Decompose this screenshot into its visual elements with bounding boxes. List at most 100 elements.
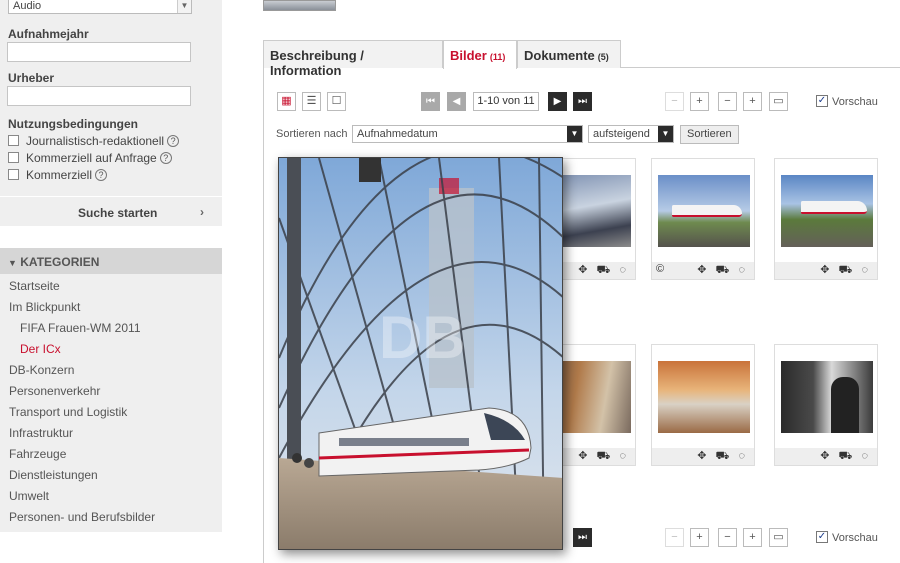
- minus-icon[interactable]: −: [718, 528, 737, 547]
- tab-count: (5): [597, 52, 609, 62]
- tab-label: Dokumente: [524, 48, 595, 63]
- checkbox[interactable]: [8, 152, 19, 163]
- tab-label: Bilder: [450, 48, 487, 63]
- caret-down-icon: ▼: [8, 258, 17, 268]
- tab-count: (11): [489, 52, 506, 62]
- action-icons[interactable]: ✥ ⛟ ◌: [697, 263, 748, 278]
- category-personenverkehr[interactable]: Personenverkehr: [9, 384, 100, 398]
- tab-dokumente[interactable]: Dokumente (5): [517, 40, 621, 68]
- thumbnail-actions: © ✥ ⛟ ◌: [652, 262, 754, 279]
- category-infrastruktur[interactable]: Infrastruktur: [9, 426, 73, 440]
- zoom-out-icon[interactable]: −: [665, 528, 684, 547]
- help-icon[interactable]: ?: [95, 168, 108, 181]
- zoom-in-icon[interactable]: +: [690, 528, 709, 547]
- thumbnail-actions: ✥ ⛟ ◌: [652, 448, 754, 465]
- usage-option-commercial-request[interactable]: Kommerziell auf Anfrage ?: [8, 149, 179, 166]
- preview-label: Vorschau: [832, 532, 878, 544]
- category-startseite[interactable]: Startseite: [9, 279, 60, 293]
- checkbox[interactable]: [8, 169, 19, 180]
- author-input[interactable]: [7, 86, 191, 106]
- category-umwelt[interactable]: Umwelt: [9, 489, 49, 503]
- tab-bilder[interactable]: Bilder (11): [443, 40, 517, 69]
- plus-icon[interactable]: +: [743, 528, 762, 547]
- sort-order-value: aufsteigend: [593, 128, 650, 140]
- zoom-in-icon[interactable]: +: [690, 92, 709, 111]
- sort-button[interactable]: Sortieren: [680, 125, 739, 144]
- usage-option-commercial[interactable]: Kommerziell ?: [8, 166, 179, 183]
- pager-display: 1-10 von 11: [473, 92, 539, 111]
- preview-checkbox[interactable]: ✓: [816, 95, 828, 107]
- checkbox[interactable]: [8, 135, 19, 146]
- categories-list: Startseite Im Blickpunkt FIFA Frauen-WM …: [0, 274, 222, 532]
- list-view-icon[interactable]: ☰: [302, 92, 321, 111]
- usage-option-journalistic[interactable]: Journalistisch-redaktionell ?: [8, 132, 180, 149]
- thumbnail-actions: ✥ ⛟ ◌: [775, 448, 877, 465]
- usage-options: Journalistisch-redaktionell ? Kommerziel…: [8, 132, 180, 183]
- preview-label: Vorschau: [832, 96, 878, 108]
- screen-icon[interactable]: ▭: [769, 92, 788, 111]
- category-fifa-frauen-wm[interactable]: FIFA Frauen-WM 2011: [20, 321, 141, 335]
- usage-option-label: Kommerziell auf Anfrage: [26, 150, 157, 165]
- tab-beschreibung[interactable]: Beschreibung / Information: [263, 40, 443, 78]
- header-image: [263, 0, 336, 11]
- plus-icon[interactable]: +: [743, 92, 762, 111]
- last-page-icon[interactable]: ⏭: [573, 528, 592, 547]
- thumbnail-image[interactable]: [781, 175, 873, 247]
- chevron-down-icon: ▼: [567, 126, 582, 142]
- help-icon[interactable]: ?: [167, 134, 180, 147]
- search-button[interactable]: Suche starten ›: [0, 196, 222, 226]
- next-page-icon[interactable]: ▶: [548, 92, 567, 111]
- category-im-blickpunkt[interactable]: Im Blickpunkt: [9, 300, 80, 314]
- thumbnail-card[interactable]: ✥ ⛟ ◌: [774, 158, 878, 280]
- media-type-select[interactable]: Audio ▼: [8, 0, 192, 14]
- chevron-right-icon: ›: [200, 205, 204, 219]
- thumbnail-image[interactable]: [658, 361, 750, 433]
- prev-page-icon[interactable]: ◀: [447, 92, 466, 111]
- categories-header[interactable]: ▼ KATEGORIEN: [0, 248, 222, 274]
- category-der-icx[interactable]: Der ICx: [20, 342, 61, 356]
- thumbnail-actions: ✥ ⛟ ◌: [775, 262, 877, 279]
- thumbnail-image[interactable]: [781, 361, 873, 433]
- year-label: Aufnahmejahr: [8, 27, 89, 41]
- category-fahrzeuge[interactable]: Fahrzeuge: [9, 447, 66, 461]
- train-shape: [672, 205, 742, 217]
- usage-option-label: Kommerziell: [26, 167, 93, 182]
- action-icons[interactable]: ✥ ⛟ ◌: [578, 449, 629, 464]
- thumbnail-image[interactable]: [658, 175, 750, 247]
- thumbnail-card[interactable]: © ✥ ⛟ ◌: [651, 158, 755, 280]
- action-icons[interactable]: ✥ ⛟ ◌: [820, 449, 871, 464]
- person-shape: [831, 377, 859, 433]
- sort-by-label: Sortieren nach: [276, 128, 348, 140]
- thumbnail-card[interactable]: ✥ ⛟ ◌: [774, 344, 878, 466]
- action-icons[interactable]: ✥ ⛟ ◌: [820, 263, 871, 278]
- help-icon[interactable]: ?: [159, 151, 172, 164]
- preview-checkbox[interactable]: ✓: [816, 531, 828, 543]
- grid-view-icon[interactable]: ▦: [277, 92, 296, 111]
- tab-bar: Beschreibung / Information Bilder (11) Do…: [263, 40, 900, 78]
- zoom-out-icon[interactable]: −: [665, 92, 684, 111]
- thumbnail-card[interactable]: ✥ ⛟ ◌: [651, 344, 755, 466]
- sort-field-select[interactable]: Aufnahmedatum ▼: [352, 125, 583, 143]
- copyright-icon: ©: [656, 263, 665, 275]
- sort-order-select[interactable]: aufsteigend ▼: [588, 125, 674, 143]
- category-transport-logistik[interactable]: Transport und Logistik: [9, 405, 127, 419]
- minus-icon[interactable]: −: [718, 92, 737, 111]
- usage-label: Nutzungsbedingungen: [8, 117, 138, 131]
- year-input[interactable]: [7, 42, 191, 62]
- media-type-value: Audio: [13, 0, 42, 12]
- single-view-icon[interactable]: ☐: [327, 92, 346, 111]
- chevron-down-icon: ▼: [658, 126, 673, 142]
- image-preview-popup[interactable]: DB: [278, 157, 563, 550]
- first-page-icon[interactable]: ⏮: [421, 92, 440, 111]
- sort-field-value: Aufnahmedatum: [357, 128, 438, 140]
- screen-icon[interactable]: ▭: [769, 528, 788, 547]
- svg-text:DB: DB: [379, 304, 466, 371]
- train-shape: [801, 201, 867, 214]
- category-dienstleistungen[interactable]: Dienstleistungen: [9, 468, 98, 482]
- usage-option-label: Journalistisch-redaktionell: [26, 133, 165, 148]
- category-db-konzern[interactable]: DB-Konzern: [9, 363, 74, 377]
- action-icons[interactable]: ✥ ⛟ ◌: [697, 449, 748, 464]
- last-page-icon[interactable]: ⏭: [573, 92, 592, 111]
- category-personen-berufsbilder[interactable]: Personen- und Berufsbilder: [9, 510, 155, 524]
- action-icons[interactable]: ✥ ⛟ ◌: [578, 263, 629, 278]
